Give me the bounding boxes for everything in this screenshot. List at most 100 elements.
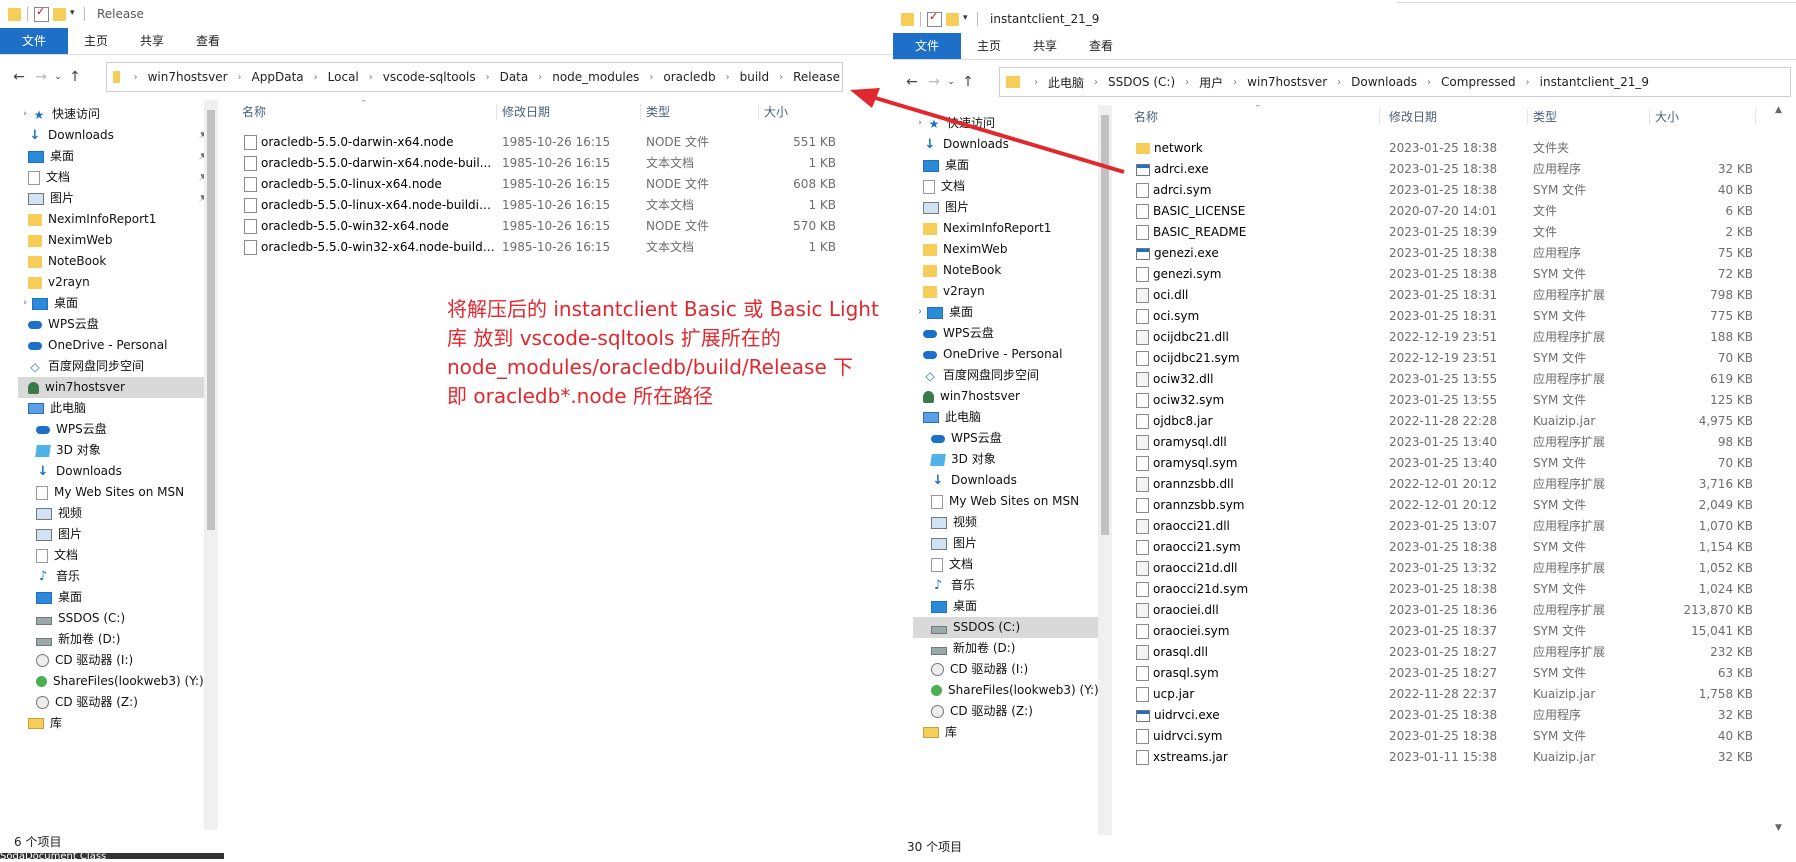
scrollbar-thumb[interactable] <box>1101 115 1109 535</box>
file-row[interactable]: oracledb-5.5.0-win32-x64.node-buildi... 1… <box>230 238 840 256</box>
properties-icon[interactable] <box>34 5 49 22</box>
column-header-type[interactable]: 类型 <box>1533 105 1557 129</box>
nav-item[interactable]: ↓ Downloads <box>913 470 1103 491</box>
nav-item[interactable]: SSDOS (C:) <box>18 608 204 629</box>
breadcrumb-item[interactable]: Downloads <box>1349 75 1419 89</box>
nav-item[interactable]: My Web Sites on MSN <box>913 491 1103 512</box>
nav-item[interactable]: 库 <box>18 713 204 734</box>
nav-item[interactable]: 文档 <box>18 545 204 566</box>
column-divider[interactable] <box>640 104 641 120</box>
nav-item[interactable]: 桌面📌 <box>18 146 204 167</box>
nav-item[interactable]: ◇ 百度网盘同步空间 <box>18 356 204 377</box>
nav-item[interactable]: ↓Downloads📌 <box>18 125 204 146</box>
nav-item[interactable]: NeximWeb <box>913 239 1103 260</box>
nav-item[interactable]: win7hostsver <box>18 377 204 398</box>
file-row[interactable]: ocijdbc21.sym 2022-12-19 23:51 SYM 文件 70 KB <box>1129 349 1769 367</box>
nav-item[interactable]: 新加卷 (D:) <box>913 638 1103 659</box>
breadcrumb-item[interactable]: instantclient_21_9 <box>1538 75 1651 89</box>
file-row[interactable]: oraocci21d.sym 2023-01-25 18:38 SYM 文件 1,02… <box>1129 580 1769 598</box>
nav-item[interactable]: › ★ 快速访问 <box>18 104 204 125</box>
file-row[interactable]: ociw32.dll 2023-01-25 13:55 应用程序扩展 619 KB <box>1129 370 1769 388</box>
chevron-right-icon[interactable]: › <box>1086 77 1106 88</box>
chevron-right-icon[interactable]: › <box>1225 77 1245 88</box>
file-row[interactable]: xstreams.jar 2023-01-11 15:38 Kuaizip.jar 3… <box>1129 748 1769 766</box>
nav-item[interactable]: 图片 <box>18 524 204 545</box>
chevron-right-icon[interactable]: › <box>361 72 381 83</box>
chevron-right-icon[interactable]: › <box>530 72 550 83</box>
nav-item[interactable]: ↓ Downloads <box>18 461 204 482</box>
right-nav-scrollbar[interactable] <box>1098 105 1112 835</box>
chevron-right-icon[interactable]: › <box>478 72 498 83</box>
breadcrumb-item[interactable]: win7hostsver <box>146 70 230 84</box>
expand-chevron-icon[interactable]: › <box>18 293 32 314</box>
nav-item[interactable]: 此电脑 <box>913 407 1103 428</box>
file-row[interactable]: oracledb-5.5.0-darwin-x64.node 1985-10-26… <box>230 133 840 151</box>
nav-item[interactable]: 库 <box>913 722 1103 743</box>
breadcrumb-item[interactable]: AppData <box>250 70 306 84</box>
file-row[interactable]: uidrvci.sym 2023-01-25 18:38 SYM 文件 40 KB <box>1129 727 1769 745</box>
breadcrumb-item[interactable]: node_modules <box>550 70 641 84</box>
nav-item[interactable]: NoteBook <box>18 251 204 272</box>
nav-item[interactable]: 视频 <box>913 512 1103 533</box>
nav-item[interactable]: 桌面 <box>913 596 1103 617</box>
file-row[interactable]: oracledb-5.5.0-win32-x64.node 1985-10-26 … <box>230 217 840 235</box>
column-divider[interactable] <box>1649 109 1650 125</box>
nav-item[interactable]: ShareFiles(lookweb3) (Y:) <box>18 671 204 692</box>
file-row[interactable]: ucp.jar 2022-11-28 22:37 Kuaizip.jar 1,758 … <box>1129 685 1769 703</box>
file-row[interactable]: ociw32.sym 2023-01-25 13:55 SYM 文件 125 KB <box>1129 391 1769 409</box>
nav-item[interactable]: › 桌面 <box>18 293 204 314</box>
nav-item[interactable]: NeximWeb <box>18 230 204 251</box>
tab-home[interactable]: 主页 <box>961 33 1017 59</box>
file-row[interactable]: oraocci21d.dll 2023-01-25 13:32 应用程序扩展 1,05… <box>1129 559 1769 577</box>
properties-icon[interactable] <box>927 10 942 27</box>
right-file-scrollbar[interactable]: ▲ ▼ <box>1773 105 1787 835</box>
file-row[interactable]: oramysql.dll 2023-01-25 13:40 应用程序扩展 98 KB <box>1129 433 1769 451</box>
address-bar[interactable]: › win7hostsver › AppData › Local › vscode-sqlt… <box>106 62 843 92</box>
file-row[interactable]: orannzsbb.sym 2022-12-01 20:12 SYM 文件 2,049… <box>1129 496 1769 514</box>
file-row[interactable]: BASIC_README 2023-01-25 18:39 文件 2 KB <box>1129 223 1769 241</box>
up-arrow-icon[interactable]: ↑ <box>957 74 979 90</box>
chevron-right-icon[interactable]: › <box>1177 77 1197 88</box>
nav-item[interactable]: 图片📌 <box>913 197 1103 218</box>
column-divider[interactable] <box>496 104 497 120</box>
file-row[interactable]: ojdbc8.jar 2022-11-28 22:28 Kuaizip.jar 4,9… <box>1129 412 1769 430</box>
chevron-right-icon[interactable]: › <box>1518 77 1538 88</box>
nav-item[interactable]: 3D 对象 <box>913 449 1103 470</box>
nav-item[interactable]: CD 驱动器 (Z:) <box>913 701 1103 722</box>
chevron-right-icon[interactable]: › <box>306 72 326 83</box>
breadcrumb-item[interactable]: Release <box>791 70 842 84</box>
forward-arrow-icon[interactable]: → <box>30 69 52 85</box>
chevron-right-icon[interactable]: › <box>230 72 250 83</box>
file-row[interactable]: adrci.sym 2023-01-25 18:38 SYM 文件 40 KB <box>1129 181 1769 199</box>
chevron-right-icon[interactable]: › <box>641 72 661 83</box>
nav-item[interactable]: › ★ 快速访问 <box>913 113 1103 134</box>
file-row[interactable]: oraociei.sym 2023-01-25 18:37 SYM 文件 15,041… <box>1129 622 1769 640</box>
file-row[interactable]: oci.dll 2023-01-25 18:31 应用程序扩展 798 KB <box>1129 286 1769 304</box>
breadcrumb-item[interactable]: 此电脑 <box>1046 74 1086 91</box>
column-divider[interactable] <box>1379 109 1380 125</box>
file-row[interactable]: oracledb-5.5.0-linux-x64.node-buildin...… <box>230 196 840 214</box>
nav-item[interactable]: NoteBook <box>913 260 1103 281</box>
breadcrumb-item[interactable]: oracledb <box>661 70 717 84</box>
new-folder-icon[interactable] <box>53 7 66 21</box>
back-arrow-icon[interactable]: ← <box>901 74 923 90</box>
nav-item[interactable]: CD 驱动器 (I:) <box>18 650 204 671</box>
nav-item[interactable]: ◇ 百度网盘同步空间 <box>913 365 1103 386</box>
nav-item[interactable]: v2rayn <box>18 272 204 293</box>
file-row[interactable]: oraocci21.dll 2023-01-25 13:07 应用程序扩展 1,070… <box>1129 517 1769 535</box>
column-header-name[interactable]: 名称 <box>242 100 266 124</box>
nav-item[interactable]: CD 驱动器 (Z:) <box>18 692 204 713</box>
column-divider[interactable] <box>1527 109 1528 125</box>
column-header-date[interactable]: 修改日期 <box>1389 105 1437 129</box>
tab-home[interactable]: 主页 <box>68 28 124 54</box>
file-row[interactable]: orannzsbb.dll 2022-12-01 20:12 应用程序扩展 3,716… <box>1129 475 1769 493</box>
file-row[interactable]: orasql.dll 2023-01-25 18:27 应用程序扩展 232 KB <box>1129 643 1769 661</box>
breadcrumb-item[interactable]: Local <box>326 70 361 84</box>
tab-share[interactable]: 共享 <box>1017 33 1073 59</box>
file-row[interactable]: oracledb-5.5.0-linux-x64.node 1985-10-26 … <box>230 175 840 193</box>
tab-file[interactable]: 文件 <box>0 28 69 54</box>
scroll-down-icon[interactable]: ▼ <box>1775 823 1782 833</box>
nav-item[interactable]: 视频 <box>18 503 204 524</box>
expand-chevron-icon[interactable]: › <box>913 302 927 323</box>
breadcrumb-item[interactable]: 用户 <box>1197 74 1225 91</box>
